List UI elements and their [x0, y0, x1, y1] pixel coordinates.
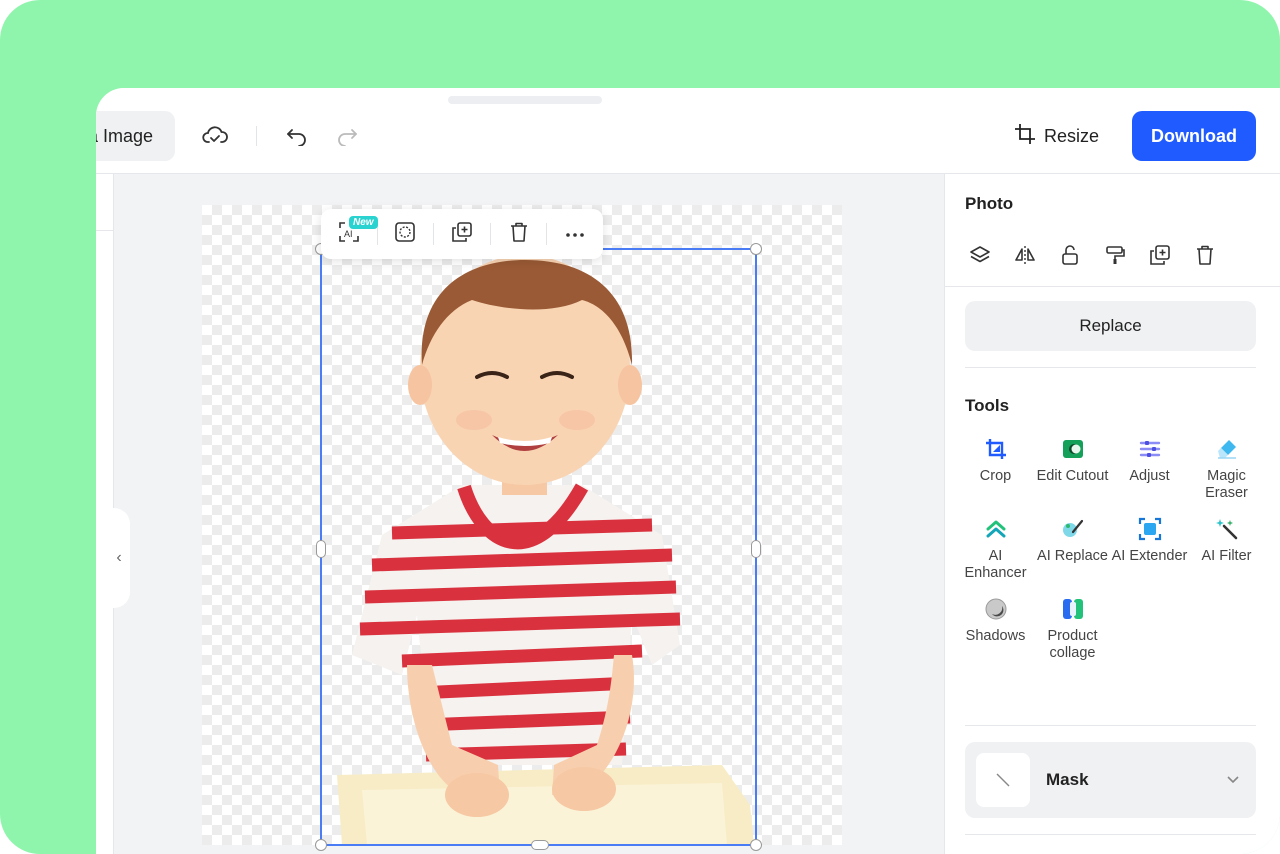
chevron-left-icon: ‹	[116, 549, 122, 566]
delete-button[interactable]	[491, 209, 547, 259]
resize-handle-left[interactable]	[316, 540, 326, 558]
edit-cutout-icon	[1060, 436, 1086, 462]
more-button[interactable]	[547, 209, 603, 259]
window-notch	[448, 96, 602, 104]
download-button[interactable]: Download	[1132, 111, 1256, 161]
product-collage-icon	[1060, 596, 1086, 622]
adjust-icon	[1137, 436, 1163, 462]
paint-roller-icon[interactable]	[1100, 240, 1130, 270]
tool-product-collage[interactable]: Product collage	[1034, 596, 1111, 662]
redo-icon[interactable]	[332, 121, 362, 151]
replace-button[interactable]: Replace	[965, 301, 1256, 351]
trash-icon	[508, 221, 530, 248]
tool-label: Edit Cutout	[1036, 468, 1109, 484]
stage-background: a Image Resize Download ‹	[0, 0, 1280, 854]
magic-eraser-icon	[1214, 436, 1240, 462]
tool-label: AI Enhancer	[964, 548, 1027, 581]
tool-label: AI Replace	[1037, 548, 1108, 564]
photo-section-title: Photo	[965, 194, 1014, 213]
panel-divider	[965, 367, 1256, 368]
new-badge: New	[349, 216, 378, 229]
tool-label: Magic Eraser	[1205, 468, 1248, 501]
panel-divider	[965, 834, 1256, 835]
tool-label: AI Filter	[1201, 548, 1252, 564]
ai-enhancer-icon	[983, 516, 1009, 542]
tools-section-title: Tools	[965, 396, 1010, 415]
properties-panel: Photo Replace Tools Crop Edit Cutout Adj…	[944, 174, 1280, 854]
mask-label: Mask	[1046, 770, 1089, 789]
resize-label: Resize	[1044, 125, 1100, 146]
image-button[interactable]: a Image	[96, 111, 175, 161]
toolbar-divider	[256, 126, 257, 146]
ai-replace-icon	[1060, 516, 1086, 542]
tool-ai-enhancer[interactable]: AI Enhancer	[957, 516, 1034, 582]
resize-handle-bottom[interactable]	[531, 840, 549, 850]
lock-icon[interactable]	[1055, 240, 1085, 270]
cloud-sync-icon[interactable]	[200, 121, 230, 151]
editor-window: a Image Resize Download ‹	[96, 88, 1280, 854]
floating-toolbar: New AI	[321, 209, 603, 259]
tool-edit-cutout[interactable]: Edit Cutout	[1034, 436, 1111, 502]
mask-section[interactable]: Mask	[965, 742, 1256, 818]
undo-icon[interactable]	[282, 121, 312, 151]
image-button-label: a Image	[96, 125, 153, 146]
duplicate-button[interactable]	[434, 209, 490, 259]
tool-ai-extender[interactable]: AI Extender	[1111, 516, 1188, 582]
more-icon	[565, 225, 585, 243]
shadows-icon	[983, 596, 1009, 622]
tool-label: AI Extender	[1111, 548, 1188, 564]
tool-label: Adjust	[1129, 468, 1170, 484]
remove-bg-button[interactable]	[378, 209, 434, 259]
duplicate-icon	[451, 221, 473, 248]
tool-adjust[interactable]: Adjust	[1111, 436, 1188, 502]
tool-ai-replace[interactable]: AI Replace	[1034, 516, 1111, 582]
panel-divider	[965, 725, 1256, 726]
ai-filter-icon	[1214, 516, 1240, 542]
svg-text:AI: AI	[344, 229, 353, 239]
tool-crop[interactable]: Crop	[957, 436, 1034, 502]
tool-magic-eraser[interactable]: Magic Eraser	[1188, 436, 1265, 502]
resize-handle-right[interactable]	[751, 540, 761, 558]
resize-handle-bottom-left[interactable]	[315, 839, 327, 851]
ai-tool-button[interactable]: New AI	[321, 209, 378, 259]
sidebar-divider	[96, 230, 114, 231]
resize-handle-bottom-right[interactable]	[750, 839, 762, 851]
tool-ai-filter[interactable]: AI Filter	[1188, 516, 1265, 582]
tool-label: Product collage	[1047, 628, 1098, 661]
tool-shadows[interactable]: Shadows	[957, 596, 1034, 662]
duplicate-icon[interactable]	[1145, 240, 1175, 270]
selection-box[interactable]	[315, 243, 762, 851]
layers-icon[interactable]	[965, 240, 995, 270]
resize-button[interactable]: Resize	[1014, 118, 1099, 154]
cutout-icon	[394, 221, 416, 248]
tool-label: Shadows	[965, 628, 1026, 644]
mask-thumbnail	[976, 753, 1030, 807]
tools-grid: Crop Edit Cutout Adjust Magic Eraser AI …	[957, 436, 1265, 662]
top-toolbar: a Image Resize Download	[96, 88, 1280, 174]
crop-icon	[983, 436, 1009, 462]
chevron-down-icon	[1226, 771, 1240, 789]
trash-icon[interactable]	[1190, 240, 1220, 270]
tool-label: Crop	[979, 468, 1012, 484]
crop-resize-icon	[1014, 123, 1036, 150]
collapse-sidebar-button[interactable]: ‹	[108, 508, 130, 608]
panel-divider	[945, 286, 1280, 287]
no-mask-icon	[996, 773, 1010, 787]
resize-handle-top-right[interactable]	[750, 243, 762, 255]
ai-extender-icon	[1137, 516, 1163, 542]
flip-icon[interactable]	[1010, 240, 1040, 270]
photo-actions	[965, 240, 1220, 270]
